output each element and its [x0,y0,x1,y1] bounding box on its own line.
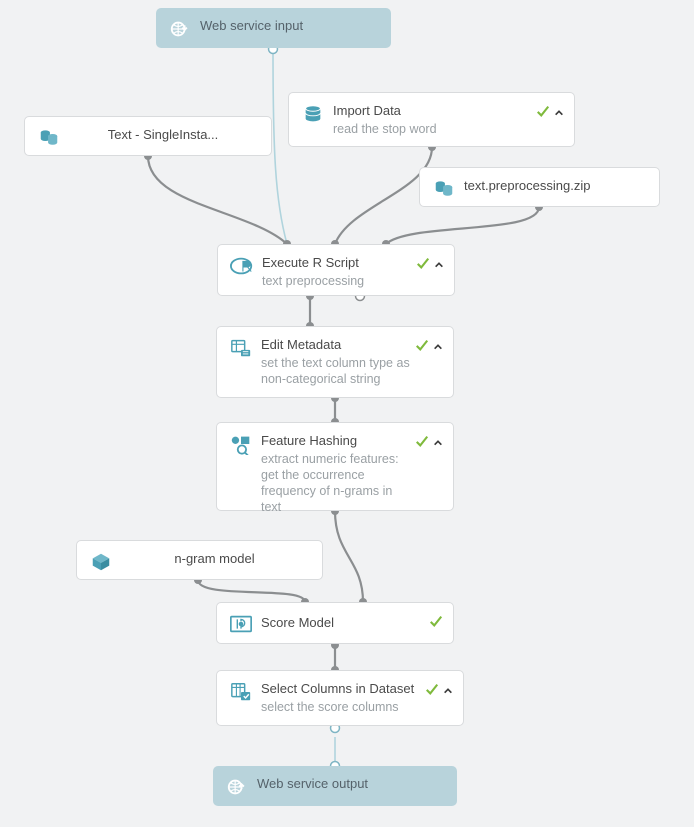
dataset-icon [35,126,63,149]
node-title: text.preprocessing.zip [464,177,645,195]
chevron-up-icon[interactable] [433,340,443,350]
check-icon [415,434,429,448]
check-icon [429,614,443,628]
node-ngram-model[interactable]: n-gram model [76,540,323,580]
select-columns-icon [227,680,255,703]
node-subtitle: read the stop word [333,121,532,137]
chevron-up-icon[interactable] [443,684,453,694]
chevron-up-icon[interactable] [434,258,444,268]
node-text-preprocessing-zip[interactable]: text.preprocessing.zip [419,167,660,207]
node-edit-metadata[interactable]: Edit Metadata set the text column type a… [216,326,454,398]
node-title: n-gram model [121,550,308,568]
check-icon [425,682,439,696]
node-select-columns[interactable]: Select Columns in Dataset select the sco… [216,670,464,726]
node-subtitle: set the text column type as non-categori… [261,355,411,387]
node-title: Text - SingleInsta... [69,126,257,144]
node-title: Web service input [200,17,377,35]
node-feature-hashing[interactable]: Feature Hashing extract numeric features… [216,422,454,511]
db-cylinder-icon [299,102,327,125]
node-text-single-instance[interactable]: Text - SingleInsta... [24,116,272,156]
edit-metadata-icon [227,336,255,359]
chevron-up-icon[interactable] [433,436,443,446]
node-title: Score Model [261,612,425,632]
node-title: Edit Metadata [261,336,411,354]
node-web-service-output[interactable]: Web service output [213,766,457,806]
node-title: Feature Hashing [261,432,411,450]
chevron-up-icon[interactable] [554,106,564,116]
globe-out-icon [223,775,251,798]
node-execute-r-script[interactable]: Execute R Script text preprocessing [217,244,455,296]
node-title: Execute R Script [262,254,412,272]
node-subtitle: extract numeric features: get the occurr… [261,451,411,515]
node-import-data[interactable]: Import Data read the stop word [288,92,575,147]
node-subtitle: select the score columns [261,699,421,715]
node-subtitle: text preprocessing [262,273,412,289]
node-web-service-input[interactable]: Web service input [156,8,391,48]
globe-in-icon [166,17,194,40]
node-title: Select Columns in Dataset [261,680,421,698]
check-icon [416,256,430,270]
node-title: Import Data [333,102,532,120]
check-icon [536,104,550,118]
node-title: Web service output [257,775,443,793]
experiment-canvas: Web service input Text - SingleInsta... … [0,0,694,827]
dataset-icon [430,177,458,200]
node-score-model[interactable]: Score Model [216,602,454,644]
cube-icon [87,550,115,573]
score-model-icon [227,612,255,635]
check-icon [415,338,429,352]
r-script-icon [228,254,256,277]
feature-hashing-icon [227,432,255,455]
